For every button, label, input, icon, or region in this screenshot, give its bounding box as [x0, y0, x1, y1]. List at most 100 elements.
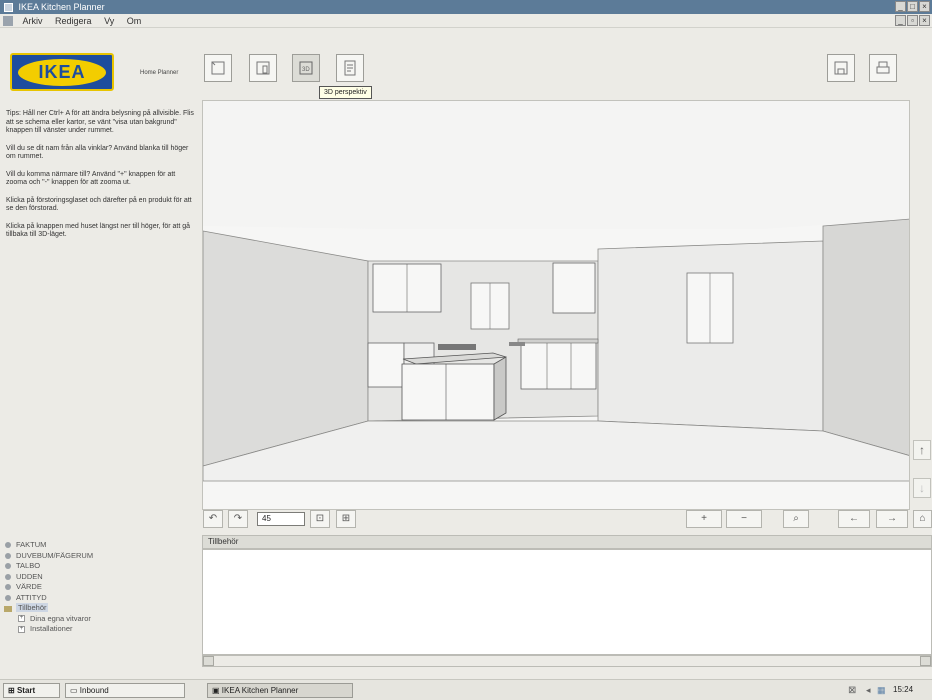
3d-view-icon: 3D [299, 61, 313, 75]
scroll-right-icon[interactable] [920, 656, 931, 666]
tree-item-label: TALBO [16, 561, 41, 570]
tip-text: Vill du komma närmare till? Använd "+" k… [6, 170, 176, 187]
folder-open-icon [4, 606, 12, 613]
series-icon [5, 584, 11, 591]
window-titlebar: IKEA Kitchen Planner _ □ × [0, 0, 932, 14]
tooltip: 3D perspektiv [319, 86, 372, 99]
clock: 15:24 [893, 685, 914, 694]
fit-view-button[interactable]: ⊡ [310, 510, 330, 528]
rotate-down-button[interactable]: ↓ [913, 478, 931, 498]
menu-arkiv[interactable]: Arkiv [18, 14, 48, 28]
rotate-left-button[interactable]: ← [838, 510, 870, 528]
tree-item-label: ATTITYD [16, 592, 47, 602]
base-cabinet-right [520, 340, 597, 390]
horizontal-scrollbar[interactable] [202, 655, 932, 667]
series-icon [5, 542, 11, 549]
taskbar-item-kitchen-planner[interactable]: ▣ IKEA Kitchen Planner [207, 683, 353, 698]
description-header: Tillbehör [202, 535, 932, 549]
window-title: IKEA Kitchen Planner [18, 2, 105, 12]
product-list-button[interactable] [336, 54, 364, 82]
document-icon [3, 16, 13, 26]
document-controls: _ ▫ × [895, 15, 930, 26]
rotate-up-button[interactable]: ↑ [913, 440, 931, 460]
description-area [202, 549, 932, 655]
network-icon[interactable]: ▦ [877, 685, 886, 696]
save-button[interactable] [827, 54, 855, 82]
tip-text: Vill du se dit nam från alla vinklar? An… [6, 144, 189, 161]
close-icon[interactable]: × [919, 1, 930, 12]
tree-item-label: DUVEBUM/FÄGERUM [16, 550, 94, 560]
maximize-icon[interactable]: □ [907, 1, 918, 12]
print-icon [876, 61, 890, 74]
home-3d-button[interactable]: ⌂ [913, 510, 932, 528]
reset-view-button[interactable]: ⊞ [336, 510, 356, 528]
tree-item-duvebum[interactable]: DUVEBUM/FÄGERUM [4, 551, 200, 562]
tips-panel: Tips: Håll ner Ctrl+ A för att ändra bel… [6, 110, 196, 249]
series-icon [5, 594, 11, 601]
taskbar: ⊞ Start ▭ Inbound ▣ IKEA Kitchen Planner… [0, 679, 932, 700]
tree-item-attityd[interactable]: ATTITYD [4, 593, 200, 604]
zoom-in-button[interactable]: + [686, 510, 722, 528]
3d-viewport[interactable] [202, 100, 910, 510]
tree-item-label: FAKTUM [16, 540, 47, 549]
tree-item-tillbehor[interactable]: Tillbehör [4, 603, 200, 614]
series-icon [5, 563, 11, 570]
tree-subitem-label: Installationer [30, 624, 73, 633]
rotate-right-button[interactable]: → [876, 510, 908, 528]
tree-subitem-label: Dina egna vitvaror [30, 613, 91, 623]
wall-view-icon [256, 61, 270, 75]
windows-icon: ⊞ [8, 686, 15, 695]
3d-perspective-button[interactable]: 3D [292, 54, 320, 82]
kitchen-island [401, 363, 495, 421]
tray-icon[interactable]: ⊠ [848, 685, 856, 696]
tree-subitem-installationer[interactable]: + Installationer [4, 624, 200, 635]
taskbar-item-label: IKEA Kitchen Planner [221, 686, 299, 695]
tree-item-talbo[interactable]: TALBO [4, 561, 200, 572]
window-controls: _ □ × [895, 1, 930, 12]
speaker-icon[interactable]: ◂ [866, 685, 871, 696]
menu-redigera[interactable]: Redigera [50, 14, 97, 28]
start-label: Start [16, 686, 36, 695]
wall-cabinet-right [552, 262, 596, 314]
floor-plan-icon [211, 61, 225, 75]
tree-item-faktum[interactable]: FAKTUM [4, 540, 200, 551]
tree-item-label: Tillbehör [16, 603, 49, 612]
product-tree: FAKTUM DUVEBUM/FÄGERUM TALBO UDDEN VÄRDE… [4, 540, 200, 635]
cooktop [438, 344, 476, 350]
magnifier-button[interactable]: ⌕ [783, 510, 809, 528]
doc-close-icon[interactable]: × [919, 15, 930, 26]
app-icon [4, 3, 13, 13]
minimize-icon[interactable]: _ [895, 1, 906, 12]
tip-text: Klicka på förstoringsglaset och därefter… [6, 196, 192, 213]
tip-text: Tips: Håll ner Ctrl+ A för att ändra bel… [6, 110, 194, 134]
start-button[interactable]: ⊞ Start [3, 683, 60, 698]
menu-om[interactable]: Om [122, 14, 147, 28]
scroll-left-icon[interactable] [203, 656, 214, 666]
taskbar-item-label: Inbound [79, 686, 109, 695]
tree-item-varde[interactable]: VÄRDE [4, 582, 200, 593]
tree-item-udden[interactable]: UDDEN [4, 572, 200, 583]
expand-icon[interactable]: + [18, 615, 25, 623]
menu-vy[interactable]: Vy [99, 14, 119, 28]
tree-item-label: VÄRDE [16, 582, 42, 591]
logo-text: IKEA [38, 62, 86, 82]
expand-icon[interactable]: + [18, 625, 25, 633]
ikea-logo: IKEA [10, 53, 114, 91]
zoom-out-button[interactable]: − [726, 510, 762, 528]
svg-text:3D: 3D [302, 67, 310, 73]
redo-button[interactable]: ↷ [228, 510, 248, 528]
zoom-level-input[interactable]: 45 [257, 512, 305, 526]
wall-view-button[interactable] [249, 54, 277, 82]
print-button[interactable] [869, 54, 897, 82]
save-icon [834, 61, 848, 75]
undo-button[interactable]: ↶ [203, 510, 223, 528]
list-icon [344, 60, 356, 76]
floor-plan-button[interactable] [204, 54, 232, 82]
doc-minimize-icon[interactable]: _ [895, 15, 906, 26]
tree-subitem-vitvaror[interactable]: + Dina egna vitvaror [4, 614, 200, 625]
doc-restore-icon[interactable]: ▫ [907, 15, 918, 26]
logo-subtitle: Home Planner [140, 70, 179, 76]
menubar: Arkiv Redigera Vy Om _ ▫ × [0, 14, 932, 28]
taskbar-item-inbound[interactable]: ▭ Inbound [65, 683, 185, 698]
base-cabinet-left [367, 342, 405, 388]
